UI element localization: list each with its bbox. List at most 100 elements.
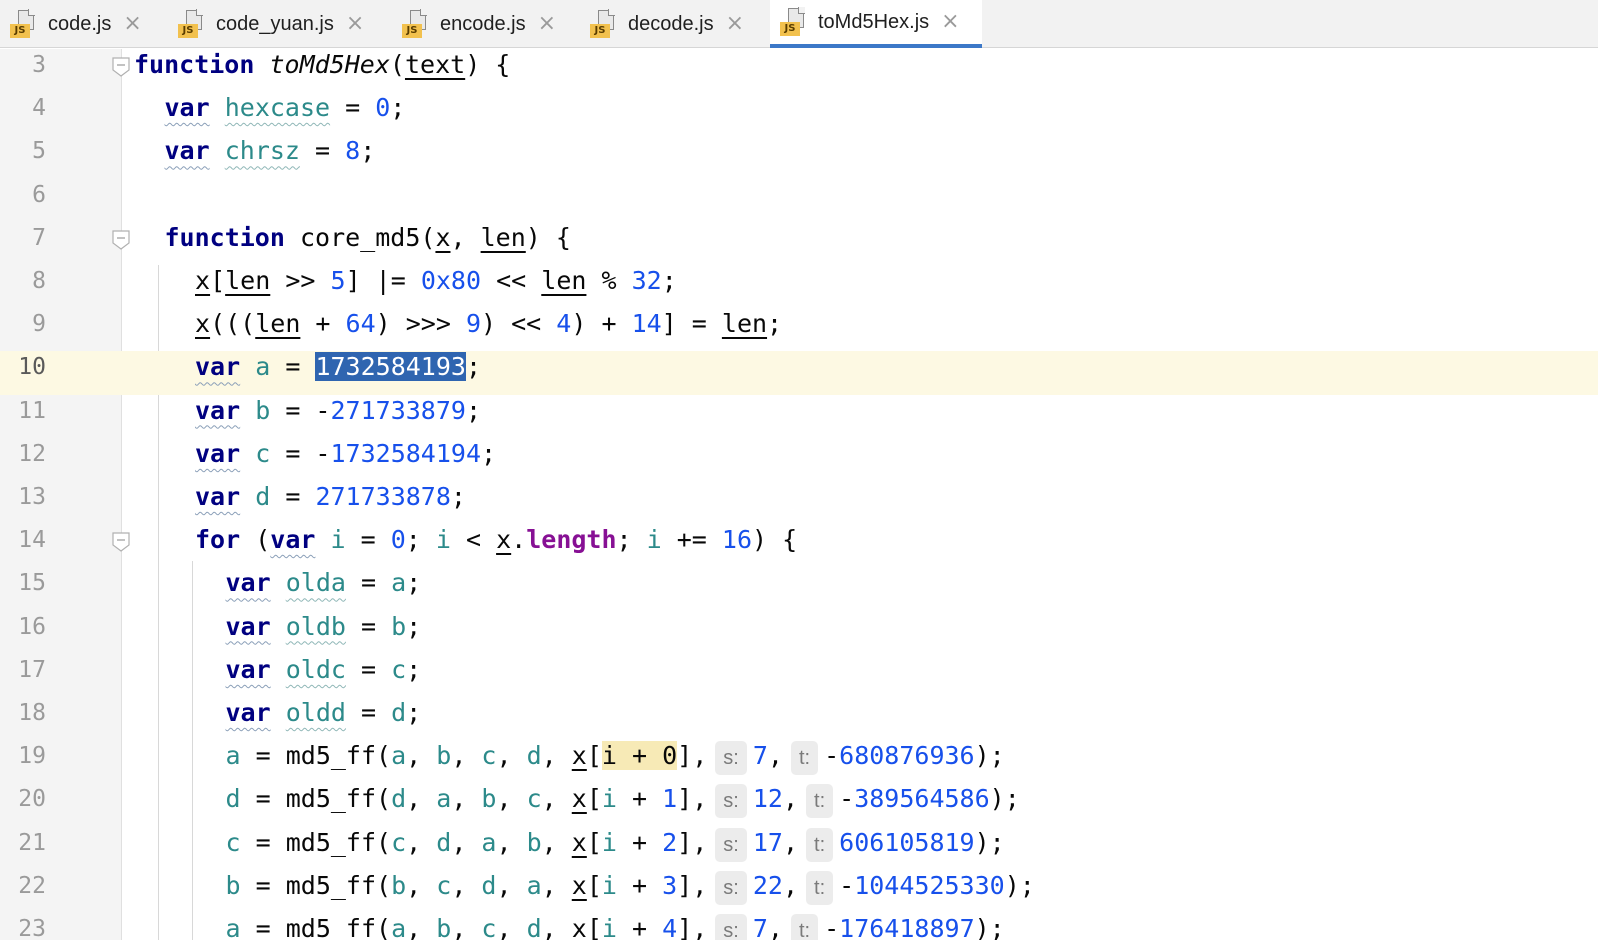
- code-token: %: [586, 266, 632, 295]
- tab-encode-js[interactable]: JS encode.js ×: [392, 0, 572, 48]
- code-line[interactable]: 5 var chrsz = 8;: [0, 135, 1598, 178]
- code-line[interactable]: 19 a = md5_ff(a, b, c, d, x[i + 0], s: 7, t:…: [0, 740, 1598, 783]
- close-icon[interactable]: ×: [941, 11, 959, 33]
- code-line[interactable]: 4 var hexcase = 0;: [0, 92, 1598, 135]
- code-text[interactable]: b = md5_ff(b, c, d, a, x[i + 3], s: 22, t: -…: [226, 870, 1035, 913]
- code-text[interactable]: d = md5_ff(d, a, b, c, x[i + 1], s: 12, t: -…: [226, 783, 1020, 826]
- line-number[interactable]: 4: [0, 92, 62, 135]
- code-editor[interactable]: 3 function toMd5Hex(text) { 4 var hexcase =…: [0, 49, 1598, 940]
- parameter: x: [435, 222, 451, 252]
- parameter: text: [404, 50, 466, 79]
- code-line[interactable]: 6: [0, 179, 1598, 222]
- line-number[interactable]: 11: [0, 395, 62, 438]
- code-line[interactable]: 20 d = md5_ff(d, a, b, c, x[i + 1], s: 12, t…: [0, 783, 1598, 826]
- number-literal: 271733878: [315, 482, 451, 511]
- code-text[interactable]: var chrsz = 8;: [165, 135, 376, 178]
- line-number[interactable]: 10: [0, 351, 62, 394]
- code-line[interactable]: 16 var oldb = b;: [0, 611, 1598, 654]
- fold-marker-icon[interactable]: [112, 230, 130, 250]
- line-number[interactable]: 8: [0, 265, 62, 308]
- code-line[interactable]: 8 x[len >> 5] |= 0x80 << len % 32;: [0, 265, 1598, 308]
- code-text[interactable]: var d = 271733878;: [195, 481, 466, 524]
- code-line[interactable]: 10 var a = 1732584193;: [0, 351, 1598, 395]
- code-line[interactable]: 13 var d = 271733878;: [0, 481, 1598, 524]
- code-line[interactable]: 18 var oldd = d;: [0, 697, 1598, 740]
- line-number[interactable]: 19: [0, 740, 62, 783]
- code-text[interactable]: var hexcase = 0;: [165, 92, 406, 135]
- code-token: ],: [677, 784, 708, 814]
- code-text[interactable]: var olda = a;: [226, 567, 422, 610]
- line-number[interactable]: 12: [0, 438, 62, 481]
- code-line[interactable]: 12 var c = -1732584194;: [0, 438, 1598, 481]
- code-line[interactable]: 9 x(((len + 64) >>> 9) << 4) + 14] = len;: [0, 308, 1598, 351]
- line-number[interactable]: 15: [0, 567, 62, 610]
- line-number[interactable]: 18: [0, 697, 62, 740]
- line-number[interactable]: 9: [0, 308, 62, 351]
- code-text[interactable]: x(((len + 64) >>> 9) << 4) + 14] = len;: [195, 308, 782, 351]
- code-token: );: [974, 741, 1005, 771]
- code-text[interactable]: c = md5_ff(c, d, a, b, x[i + 2], s: 17, t: 6…: [226, 827, 1005, 870]
- tab-code-js[interactable]: JS code.js ×: [0, 0, 158, 48]
- line-number[interactable]: 14: [0, 524, 62, 567]
- code-line[interactable]: 7 function core_md5(x, len) {: [0, 222, 1598, 265]
- close-icon[interactable]: ×: [346, 13, 364, 35]
- line-number[interactable]: 5: [0, 135, 62, 178]
- fold-marker-icon[interactable]: [112, 57, 130, 77]
- close-icon[interactable]: ×: [726, 13, 744, 35]
- code-text[interactable]: var c = -1732584194;: [195, 438, 496, 481]
- tab-label: toMd5Hex.js: [818, 10, 930, 33]
- code-text[interactable]: function core_md5(x, len) {: [165, 222, 571, 265]
- code-line[interactable]: 15 var olda = a;: [0, 567, 1598, 610]
- identifier: b: [481, 784, 497, 814]
- line-number[interactable]: 20: [0, 783, 62, 826]
- fold-marker-icon[interactable]: [112, 532, 130, 552]
- code-text[interactable]: var a = 1732584193;: [195, 351, 481, 394]
- code-line[interactable]: 14 for (var i = 0; i < x.length; i += 16)…: [0, 524, 1598, 567]
- code-token: -: [839, 870, 855, 900]
- code-line[interactable]: 21 c = md5_ff(c, d, a, b, x[i + 2], s: 17, t…: [0, 827, 1598, 870]
- line-number[interactable]: 16: [0, 611, 62, 654]
- keyword: var: [164, 136, 210, 166]
- line-number[interactable]: 3: [0, 49, 62, 92]
- code-text[interactable]: var oldc = c;: [226, 654, 422, 697]
- code-text[interactable]: for (var i = 0; i < x.length; i += 16) {: [195, 524, 797, 567]
- code-line[interactable]: 22 b = md5_ff(b, c, d, a, x[i + 3], s: 22, t…: [0, 870, 1598, 913]
- number-literal: 271733879: [330, 395, 466, 425]
- parameter-hint: s:: [715, 914, 747, 940]
- close-icon[interactable]: ×: [123, 13, 141, 35]
- close-icon[interactable]: ×: [538, 13, 556, 35]
- code-line[interactable]: 3 function toMd5Hex(text) {: [0, 49, 1598, 92]
- line-number[interactable]: 23: [0, 913, 62, 940]
- code-line[interactable]: 17 var oldc = c;: [0, 654, 1598, 697]
- code-line[interactable]: 11 var b = -271733879;: [0, 395, 1598, 438]
- number-literal: 606105819: [839, 827, 975, 857]
- identifier: b: [526, 827, 542, 857]
- tab-label: code_yuan.js: [216, 12, 334, 35]
- line-number[interactable]: 22: [0, 870, 62, 913]
- code-token: (: [240, 525, 271, 555]
- tab-tomd5hex-js[interactable]: JS toMd5Hex.js ×: [770, 0, 982, 48]
- line-number[interactable]: 13: [0, 481, 62, 524]
- tab-decode-js[interactable]: JS decode.js ×: [580, 0, 760, 48]
- code-text[interactable]: var oldb = b;: [226, 611, 422, 654]
- line-number[interactable]: 21: [0, 827, 62, 870]
- code-token: [: [210, 266, 226, 295]
- tab-label: decode.js: [628, 12, 714, 35]
- code-text[interactable]: a = md5_ff(a, b, c, d, x[i + 0], s: 7, t: -6…: [226, 740, 1005, 783]
- code-token: ;: [360, 136, 376, 166]
- identifier: b: [225, 870, 241, 900]
- code-text[interactable]: a = md5_ff(a, b, c, d, x[i + 4], s: 7, t: -1…: [226, 913, 1005, 940]
- code-text[interactable]: function toMd5Hex(text) {: [134, 49, 510, 92]
- line-number[interactable]: 7: [0, 222, 62, 265]
- line-number[interactable]: 6: [0, 179, 62, 222]
- line-number[interactable]: 17: [0, 654, 62, 697]
- code-text[interactable]: x[len >> 5] |= 0x80 << len % 32;: [195, 265, 677, 308]
- parameter: x: [195, 266, 211, 295]
- code-line[interactable]: 23 a = md5_ff(a, b, c, d, x[i + 4], s: 7, t:…: [0, 913, 1598, 940]
- tab-code-yuan-js[interactable]: JS code_yuan.js ×: [168, 0, 382, 48]
- keyword: var: [164, 93, 210, 123]
- number-literal: 12: [752, 784, 783, 814]
- code-text[interactable]: var b = -271733879;: [195, 395, 481, 438]
- code-text[interactable]: var oldd = d;: [226, 697, 422, 740]
